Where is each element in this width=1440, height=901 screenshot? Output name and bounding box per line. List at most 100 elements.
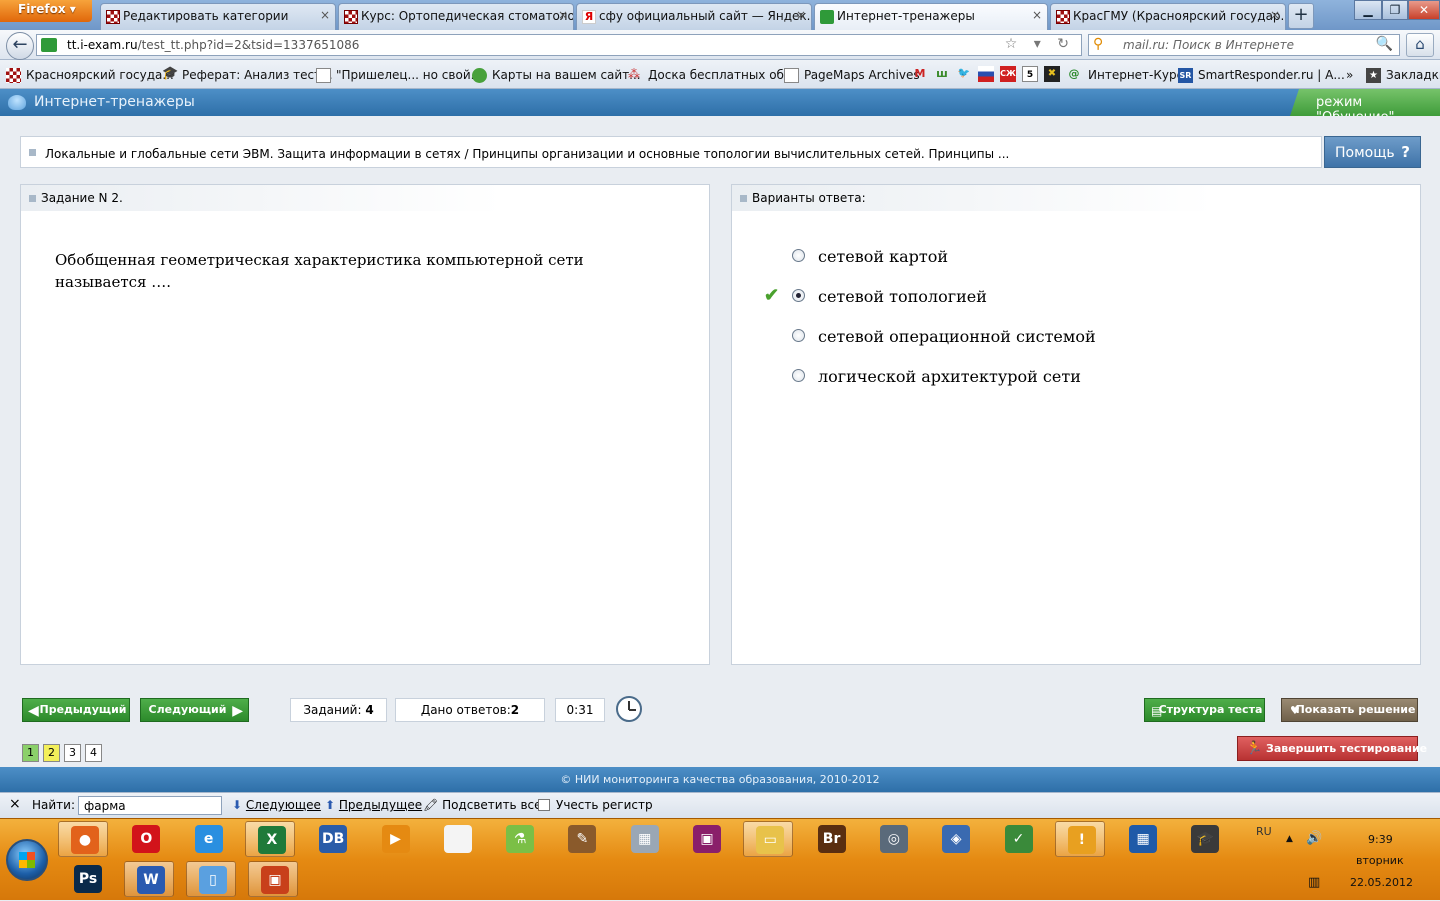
find-input[interactable] [78, 796, 222, 815]
taskbar-app-powerpoint[interactable]: ▣ [248, 861, 298, 897]
page-5-icon[interactable]: 5 [1022, 66, 1038, 82]
new-tab-button[interactable]: + [1288, 3, 1314, 29]
bookmark-pagemaps[interactable]: PageMaps Archives [784, 68, 920, 83]
volume-icon[interactable]: 🔊 [1306, 831, 1322, 846]
firefox-menu-button[interactable]: Firefox ▾ [0, 0, 92, 22]
checkbox[interactable] [538, 799, 550, 811]
taskbar-app-warning-disc[interactable]: ! [1054, 821, 1105, 857]
url-bar[interactable]: tt.i-exam.ru/test_tt.php?id=2&tsid=13376… [36, 34, 1082, 56]
gmail-icon[interactable]: M [912, 66, 928, 82]
tab-yandex[interactable]: Я сфу официальный сайт — Яндек... × [576, 3, 812, 30]
start-button[interactable] [6, 839, 48, 881]
twitter-icon[interactable]: 🐦 [956, 66, 972, 82]
close-window-button[interactable]: ✕ [1408, 0, 1440, 20]
radio-button[interactable] [792, 369, 805, 382]
show-solution-button[interactable]: ♥ Показать решение [1281, 698, 1418, 722]
tab-krasgmu[interactable]: КрасГМУ (Красноярский государ... × [1050, 3, 1286, 30]
bookmark-referat[interactable]: 🎓 Реферат: Анализ тест... [162, 66, 333, 82]
taskbar-app-writing-app[interactable]: ✎ [556, 821, 606, 857]
tab-close-icon[interactable]: × [320, 8, 330, 22]
taskbar-app-windows-explorer[interactable]: ▯ [186, 861, 236, 897]
answers-panel: Варианты ответа: сетевой картой ✔ сетево… [731, 184, 1421, 665]
maximize-button[interactable]: ❐ [1382, 0, 1408, 20]
taskbar-app-calculator[interactable]: ▦ [619, 821, 669, 857]
search-input[interactable]: ⚲ mail.ru: Поиск в Интернете 🔍 [1088, 34, 1400, 56]
taskbar-app-internet-explorer[interactable]: e [183, 821, 233, 857]
clock-icon [616, 696, 642, 722]
test-structure-button[interactable]: ▤ Структура теста [1144, 698, 1265, 722]
taskbar-app-media-player[interactable]: ▶ [370, 821, 420, 857]
bookmarks-overflow-chevron[interactable]: » [1346, 68, 1353, 82]
radio-button[interactable] [792, 329, 805, 342]
answer-option-3[interactable]: сетевой операционной системой [792, 327, 1096, 346]
taskbar-app-file-explorer[interactable]: ▭ [743, 821, 794, 857]
tab-course[interactable]: Курс: Ортопедическая стоматоло... × [338, 3, 574, 30]
tab-close-icon[interactable]: × [558, 8, 568, 22]
tab-close-icon[interactable]: × [1270, 8, 1280, 22]
answer-option-2[interactable]: ✔ сетевой топологией [764, 285, 987, 306]
bookmark-krasgmu[interactable]: Красноярский госуда... [6, 68, 174, 83]
finish-test-button[interactable]: 🏃 Завершить тестирование [1237, 736, 1427, 761]
tab-internet-trainers[interactable]: Интернет-тренажеры × [814, 3, 1048, 30]
page-1[interactable]: 1 [22, 744, 39, 762]
tab-close-icon[interactable]: × [1032, 8, 1042, 22]
next-button[interactable]: Следующий ▶ [140, 698, 249, 722]
taskbar-app-daemon-tools[interactable]: DB [307, 821, 357, 857]
network-icon[interactable]: ▥ [1308, 875, 1320, 890]
search-icon[interactable]: 🔍 [1376, 36, 1393, 52]
chemistry-app-icon: ⚗ [506, 825, 535, 853]
clock-time[interactable]: 9:39 [1368, 833, 1393, 846]
taskbar-app-document[interactable] [432, 821, 482, 857]
page-4[interactable]: 4 [85, 744, 102, 762]
find-bar: × Найти: ⬇ Следующее ⬆ Предыдущее 🖍 Подс… [0, 792, 1440, 818]
bookmark-maps[interactable]: Карты на вашем сайт... [472, 68, 641, 83]
search-placeholder: mail.ru: Поиск в Интернете [1123, 38, 1295, 52]
taskbar-app-tiles-app[interactable]: ▦ [1117, 821, 1167, 857]
taskbar-app-floppy-save[interactable]: ▣ [681, 821, 731, 857]
bookmark-smartresponder[interactable]: SR SmartResponder.ru | А... [1178, 68, 1345, 83]
checkered-favicon [344, 10, 358, 24]
taskbar-app-adobe-bridge[interactable]: Br [806, 821, 856, 857]
minimize-button[interactable]: ▁ [1354, 0, 1382, 20]
odnoklassniki-icon[interactable]: ш [934, 66, 950, 82]
x-app-icon[interactable]: ✖ [1044, 66, 1060, 82]
taskbar-app-chemistry-app[interactable]: ⚗ [494, 821, 544, 857]
tray-expand-icon[interactable]: ▲ [1286, 834, 1293, 844]
taskbar-app-word[interactable]: W [124, 861, 174, 897]
page-2[interactable]: 2 [43, 744, 60, 762]
taskbar-app-excel[interactable]: X [244, 821, 295, 857]
bookmarks-menu[interactable]: ★Закладки [1366, 68, 1440, 83]
bookmark-prishelets[interactable]: "Пришелец... но свой... [316, 68, 482, 83]
answer-option-1[interactable]: сетевой картой [792, 247, 948, 266]
russian-flag-icon[interactable]: ▬ [978, 66, 994, 82]
help-button[interactable]: Помощь ? [1324, 136, 1421, 168]
match-case-checkbox[interactable]: Учесть регистр [538, 798, 653, 812]
answer-option-4[interactable]: логической архитектурой сети [792, 367, 1081, 386]
calculator-icon: ▦ [630, 825, 659, 853]
highlight-all-button[interactable]: 🖍 Подсветить все [423, 798, 542, 812]
bookmark-doska[interactable]: ⁂ Доска бесплатных об... [628, 67, 795, 82]
previous-button[interactable]: ◀ Предыдущий [22, 698, 130, 722]
sj-icon[interactable]: СЖ [1000, 66, 1016, 82]
search-engine-icon[interactable]: ⚲ [1093, 36, 1103, 52]
home-button[interactable]: ⌂ [1406, 33, 1434, 57]
close-icon[interactable]: × [9, 796, 21, 812]
taskbar-app-network-tool[interactable]: ◈ [930, 821, 980, 857]
radio-button[interactable] [792, 249, 805, 262]
tab-close-icon[interactable]: × [796, 8, 806, 22]
taskbar-app-photoshop[interactable]: Ps [62, 861, 112, 897]
url-star-reload-icons[interactable]: ☆ ▾ ↻ [1005, 36, 1075, 52]
bookmark-internet-kurs[interactable]: Интернет-Курс [1068, 68, 1183, 82]
taskbar-app-education-app[interactable]: 🎓 [1179, 821, 1229, 857]
find-previous-button[interactable]: ⬆ Предыдущее [325, 798, 422, 812]
tab-edit-categories[interactable]: Редактировать категории × [100, 3, 336, 30]
taskbar-app-security-shield[interactable]: ✓ [993, 821, 1043, 857]
page-3[interactable]: 3 [64, 744, 81, 762]
back-button[interactable]: ← [6, 32, 34, 60]
taskbar-app-firefox[interactable]: ● [58, 821, 108, 857]
taskbar-app-disc-burner[interactable]: ◎ [868, 821, 918, 857]
language-indicator[interactable]: RU [1256, 825, 1272, 838]
find-next-button[interactable]: ⬇ Следующее [232, 798, 321, 812]
taskbar-app-opera[interactable]: O [120, 821, 170, 857]
radio-button-selected[interactable] [792, 289, 805, 302]
